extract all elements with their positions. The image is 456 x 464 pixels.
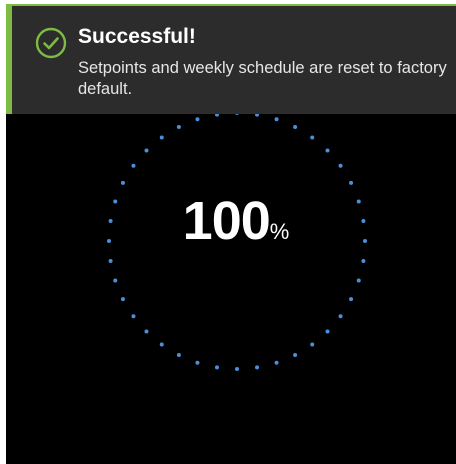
progress-ring-dot <box>274 360 279 365</box>
progress-ring-dot <box>195 360 200 365</box>
progress-ring-dot <box>325 148 330 153</box>
progress-ring-dot <box>310 135 315 140</box>
progress-ring-dot <box>356 278 361 283</box>
progress-ring-dot <box>274 117 279 122</box>
progress-ring-dot <box>176 353 181 358</box>
toast-message: Setpoints and weekly schedule are reset … <box>78 59 447 98</box>
progress-ring-dot <box>120 297 125 302</box>
progress-ring-dot <box>131 163 136 168</box>
progress-ring-dot <box>159 342 164 347</box>
progress-ring-dot <box>349 180 354 185</box>
progress-ring-dot <box>361 259 366 264</box>
progress-ring-dot <box>159 135 164 140</box>
progress-ring-dot <box>293 353 298 358</box>
progress-ring-dot <box>120 180 125 185</box>
progress-value: 100 <box>182 191 271 251</box>
progress-ring-dot <box>349 297 354 302</box>
progress-ring-dot <box>144 148 149 153</box>
progress-ring-dot <box>255 365 260 370</box>
progress-ring-dot <box>195 117 200 122</box>
progress-readout: 100% <box>6 190 456 252</box>
progress-ring-dot <box>144 329 149 334</box>
toast-title: Successful! <box>78 25 196 48</box>
progress-ring-dot <box>176 124 181 129</box>
progress-ring-dot <box>113 278 118 283</box>
progress-ring-dot <box>310 342 315 347</box>
progress-ring-dot <box>293 124 298 129</box>
progress-ring-dot <box>338 314 343 319</box>
progress-ring-dot <box>108 259 113 264</box>
progress-ring-dot <box>235 367 239 371</box>
progress-ring-dot <box>338 163 343 168</box>
progress-unit: % <box>269 219 290 244</box>
check-circle-icon <box>35 27 67 59</box>
progress-ring-dot <box>214 365 219 370</box>
progress-ring-dot <box>325 329 330 334</box>
success-toast: Successful! Setpoints and weekly schedul… <box>6 4 456 114</box>
reset-screen: 100% Successful! Setpoints and weekly sc… <box>6 4 456 464</box>
progress-ring-dot <box>131 314 136 319</box>
